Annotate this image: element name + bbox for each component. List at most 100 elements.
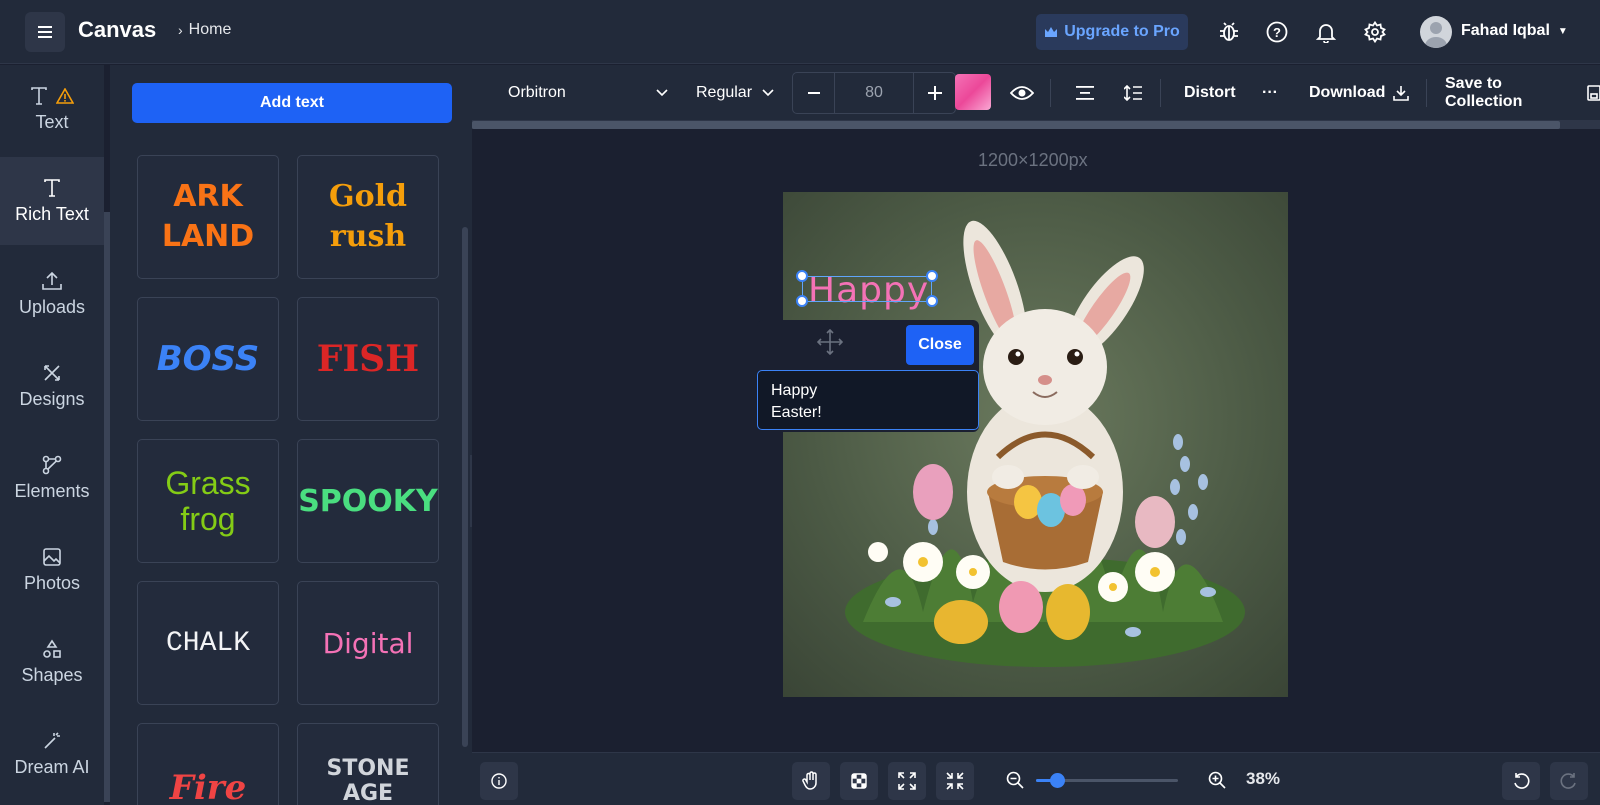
rail-item-photos[interactable]: Photos bbox=[0, 526, 104, 614]
font-size-input[interactable]: 80 bbox=[835, 73, 913, 113]
zoom-out-button[interactable] bbox=[1006, 771, 1024, 794]
bottom-bar: 38% bbox=[472, 752, 1600, 805]
resize-handle[interactable] bbox=[796, 270, 808, 282]
text-style-boss[interactable]: BOSS bbox=[137, 297, 279, 421]
increase-font-size-button[interactable] bbox=[913, 73, 955, 113]
rail-item-rich-text[interactable]: Rich Text bbox=[0, 157, 104, 245]
tile-text-line: frog bbox=[180, 501, 236, 537]
rail-item-shapes[interactable]: Shapes bbox=[0, 618, 104, 706]
font-weight-select[interactable]: Regular bbox=[696, 65, 776, 121]
resize-handle[interactable] bbox=[796, 295, 808, 307]
tile-text-line: rush bbox=[329, 219, 407, 254]
more-options-button[interactable]: ··· bbox=[1262, 65, 1278, 121]
drag-handle[interactable] bbox=[816, 328, 844, 360]
upgrade-label: Upgrade to Pro bbox=[1064, 23, 1180, 40]
elements-icon bbox=[42, 455, 62, 474]
avatar[interactable] bbox=[1420, 16, 1452, 48]
transparency-grid-button[interactable] bbox=[840, 762, 878, 800]
tile-text-line: LAND bbox=[161, 219, 255, 254]
rail-item-label: Text bbox=[35, 111, 69, 132]
close-button[interactable]: Close bbox=[906, 325, 974, 365]
rail-item-designs[interactable]: Designs bbox=[0, 342, 104, 430]
zoom-slider-knob[interactable] bbox=[1050, 773, 1066, 788]
rail-item-uploads[interactable]: Uploads bbox=[0, 250, 104, 338]
text-style-stone-age[interactable]: STONE AGE bbox=[297, 723, 439, 805]
text-style-digital[interactable]: Digital bbox=[297, 581, 439, 705]
upgrade-button[interactable]: Upgrade to Pro bbox=[1036, 14, 1188, 50]
font-size-stepper: 80 bbox=[792, 72, 956, 114]
textarea-line: Happy bbox=[771, 382, 818, 399]
rail-item-label: Rich Text bbox=[15, 203, 89, 224]
fit-screen-button[interactable] bbox=[888, 762, 926, 800]
text-toolbar: Orbitron Regular 80 Distort ··· Download… bbox=[472, 65, 1600, 121]
text-style-grass-frog[interactable]: Grass frog bbox=[137, 439, 279, 563]
save-to-collection-button[interactable]: Save to Collection bbox=[1445, 65, 1600, 121]
notifications-button[interactable] bbox=[1312, 18, 1340, 46]
settings-button[interactable] bbox=[1361, 18, 1389, 46]
download-icon bbox=[1393, 86, 1410, 101]
line-height-button[interactable] bbox=[1122, 65, 1144, 121]
rail-item-text[interactable]: Text bbox=[0, 65, 104, 153]
text-style-chalk[interactable]: CHALK bbox=[137, 581, 279, 705]
text-style-fish[interactable]: FISH bbox=[297, 297, 439, 421]
shrink-button[interactable] bbox=[936, 762, 974, 800]
panel-scrollbar[interactable] bbox=[462, 227, 468, 747]
breadcrumb[interactable]: › Home bbox=[178, 21, 231, 39]
menu-icon bbox=[38, 26, 52, 38]
text-style-gold-rush[interactable]: Gold rush bbox=[297, 155, 439, 279]
resize-handle[interactable] bbox=[926, 295, 938, 307]
info-button[interactable] bbox=[480, 762, 518, 800]
distort-button[interactable]: Distort bbox=[1184, 65, 1236, 121]
decrease-font-size-button[interactable] bbox=[793, 73, 835, 113]
bug-report-button[interactable] bbox=[1215, 18, 1243, 46]
text-style-ark-land[interactable]: ARK LAND bbox=[137, 155, 279, 279]
expand-icon bbox=[898, 772, 916, 790]
help-button[interactable]: ? bbox=[1263, 18, 1291, 46]
easter-bunny-illustration bbox=[845, 220, 1245, 667]
text-content-input[interactable]: Happy Easter! bbox=[757, 370, 979, 430]
align-center-button[interactable] bbox=[1074, 65, 1096, 121]
chevron-down-icon bbox=[762, 89, 774, 97]
user-avatar-icon bbox=[1425, 22, 1447, 48]
tile-text-line: SPOOKY bbox=[298, 483, 438, 519]
user-menu[interactable]: Fahad Iqbal ▼ bbox=[1461, 22, 1568, 40]
pan-tool-button[interactable] bbox=[792, 762, 830, 800]
resize-handle[interactable] bbox=[926, 270, 938, 282]
scrollbar-thumb[interactable] bbox=[472, 121, 1560, 129]
zoom-in-button[interactable] bbox=[1208, 771, 1226, 794]
rail-item-dream-ai[interactable]: Dream AI bbox=[0, 710, 104, 798]
shapes-icon bbox=[43, 639, 61, 658]
rail-item-label: Photos bbox=[23, 572, 81, 593]
magic-wand-icon bbox=[44, 731, 60, 749]
zoom-level: 38% bbox=[1246, 769, 1281, 788]
tile-text-line: BOSS bbox=[156, 339, 260, 379]
text-styles-panel: Add text ARK LAND Gold rush BOSS FISH Gr… bbox=[110, 65, 472, 805]
gear-icon bbox=[1364, 21, 1386, 43]
rail-item-label: Shapes bbox=[21, 664, 83, 685]
text-style-fire[interactable]: Fire bbox=[137, 723, 279, 805]
add-text-button[interactable]: Add text bbox=[132, 83, 452, 123]
tile-text-line: Fire bbox=[169, 768, 247, 805]
collapse-icon bbox=[946, 772, 964, 790]
rail-item-label: Dream AI bbox=[14, 756, 90, 777]
undo-icon bbox=[1514, 773, 1530, 789]
chevron-right-icon: › bbox=[178, 22, 183, 38]
text-color-swatch[interactable] bbox=[955, 74, 991, 110]
artboard[interactable] bbox=[783, 192, 1288, 697]
rail-item-elements[interactable]: Elements bbox=[0, 434, 104, 522]
hamburger-menu-button[interactable] bbox=[25, 12, 65, 52]
font-family-select[interactable]: Orbitron bbox=[508, 65, 668, 121]
designs-icon bbox=[44, 364, 60, 381]
breadcrumb-home[interactable]: Home bbox=[189, 21, 232, 39]
visibility-button[interactable] bbox=[1008, 65, 1036, 121]
warning-icon bbox=[56, 87, 74, 104]
zoom-slider[interactable] bbox=[1036, 773, 1178, 788]
undo-button[interactable] bbox=[1502, 762, 1540, 800]
redo-button[interactable] bbox=[1550, 762, 1588, 800]
left-rail: Text Rich Text Uploads Designs Elements … bbox=[0, 65, 104, 805]
download-button[interactable]: Download bbox=[1309, 65, 1410, 121]
user-name: Fahad Iqbal bbox=[1461, 22, 1550, 39]
text-style-spooky[interactable]: SPOOKY bbox=[297, 439, 439, 563]
horizontal-scrollbar[interactable] bbox=[472, 121, 1600, 129]
bug-icon bbox=[1220, 22, 1238, 41]
